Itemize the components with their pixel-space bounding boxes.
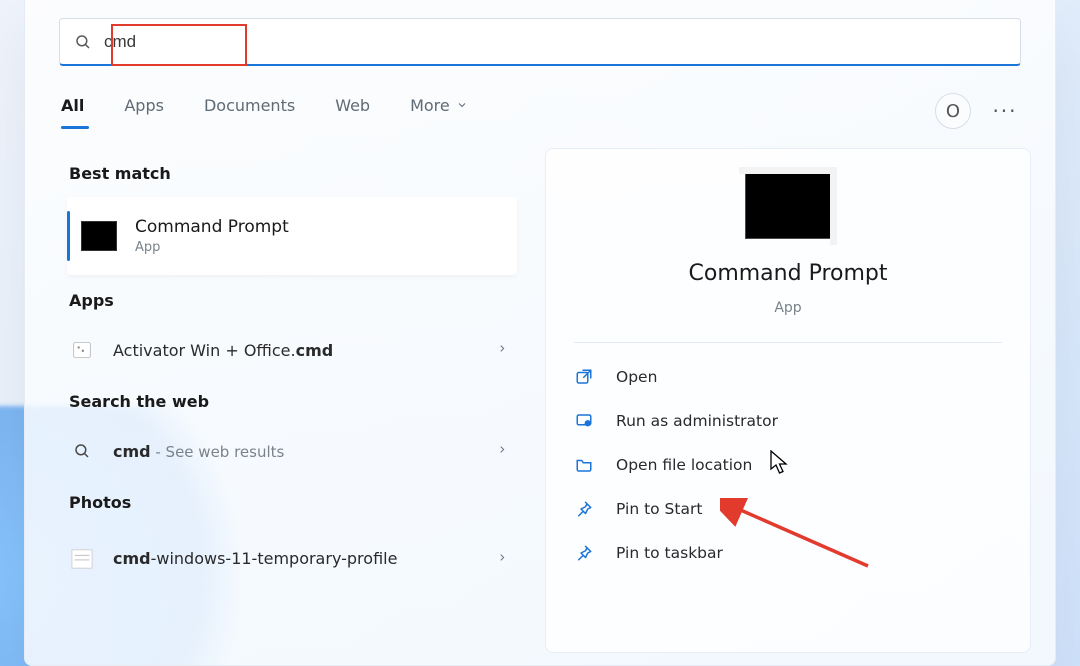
folder-icon (574, 455, 594, 475)
chevron-down-icon (456, 99, 468, 111)
tab-more-label: More (410, 96, 450, 115)
action-pin-to-taskbar[interactable]: Pin to taskbar (574, 531, 1002, 575)
section-search-web: Search the web (69, 392, 517, 411)
best-match-title: Command Prompt (135, 217, 289, 237)
divider (574, 342, 1002, 343)
section-best-match: Best match (69, 164, 517, 183)
search-icon (69, 442, 95, 460)
tab-documents[interactable]: Documents (204, 96, 295, 127)
overflow-button[interactable]: ··· (991, 97, 1019, 125)
action-label: Open (616, 368, 657, 386)
search-input[interactable] (104, 32, 1006, 52)
pin-icon (574, 499, 594, 519)
chevron-right-icon (497, 442, 507, 461)
best-match-subtitle: App (135, 240, 289, 255)
tab-web[interactable]: Web (335, 96, 370, 127)
tab-apps[interactable]: Apps (124, 96, 164, 127)
chevron-right-icon (497, 550, 507, 569)
tab-more[interactable]: More (410, 96, 468, 127)
section-photos: Photos (69, 493, 517, 512)
action-open[interactable]: Open (574, 355, 1002, 399)
best-match-result[interactable]: Command Prompt App (67, 197, 517, 275)
image-thumb-icon (69, 548, 95, 570)
search-bar-container (59, 18, 1021, 66)
photo-result-label: cmd-windows-11-temporary-profile (113, 548, 397, 570)
web-result-item[interactable]: cmd - See web results (67, 425, 517, 477)
command-prompt-icon (745, 173, 831, 239)
detail-title: Command Prompt (689, 261, 888, 286)
action-label: Pin to Start (616, 500, 702, 518)
search-bar[interactable] (59, 18, 1021, 66)
start-search-panel: All Apps Documents Web More O ··· Best m… (24, 0, 1056, 666)
shield-admin-icon (574, 411, 594, 431)
action-label: Open file location (616, 456, 752, 474)
app-result-item[interactable]: Activator Win + Office.cmd (67, 324, 517, 376)
action-run-as-administrator[interactable]: Run as administrator (574, 399, 1002, 443)
results-column: Best match Command Prompt App Apps Activ… (67, 148, 517, 653)
open-icon (574, 367, 594, 387)
action-pin-to-start[interactable]: Pin to Start (574, 487, 1002, 531)
action-label: Pin to taskbar (616, 544, 723, 562)
command-prompt-icon (81, 221, 117, 251)
action-open-file-location[interactable]: Open file location (574, 443, 1002, 487)
user-avatar[interactable]: O (935, 93, 971, 129)
cmd-file-icon (69, 340, 95, 360)
action-label: Run as administrator (616, 412, 778, 430)
pin-icon (574, 543, 594, 563)
section-apps: Apps (69, 291, 517, 310)
detail-subtitle: App (774, 300, 801, 316)
tab-all[interactable]: All (61, 96, 84, 127)
search-icon (74, 33, 92, 51)
photo-result-item[interactable]: cmd-windows-11-temporary-profile (67, 526, 517, 592)
detail-pane: Command Prompt App Open Run as administr… (545, 148, 1031, 653)
filter-tabs-row: All Apps Documents Web More O ··· (61, 92, 1019, 130)
app-result-label: Activator Win + Office.cmd (113, 341, 333, 360)
chevron-right-icon (497, 341, 507, 360)
web-result-label: cmd - See web results (113, 442, 284, 461)
